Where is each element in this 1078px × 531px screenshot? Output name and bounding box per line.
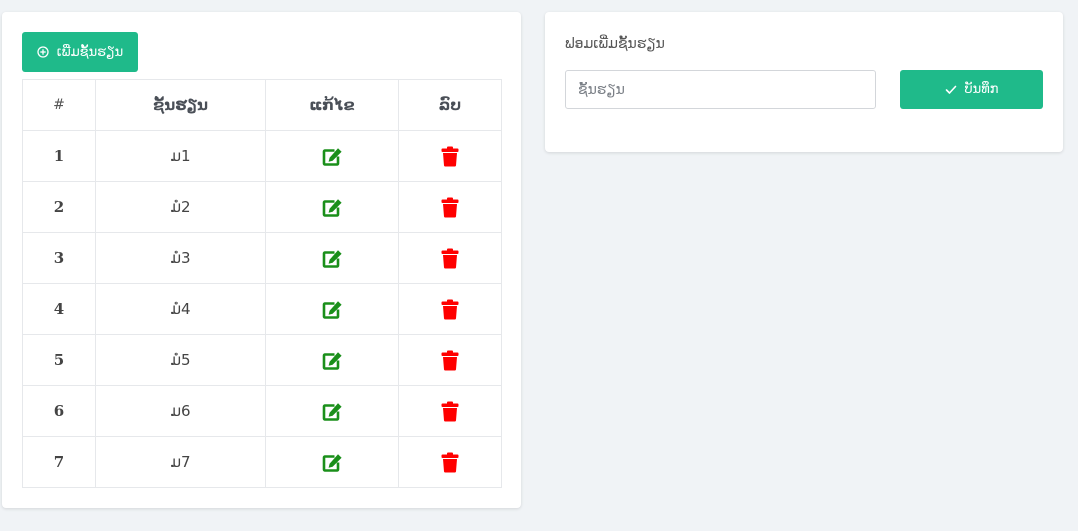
row-number: 6	[22, 385, 96, 437]
add-class-button[interactable]: ເພີ່ມຊັ້ນຮຽນ	[22, 32, 138, 72]
trash-icon[interactable]	[441, 146, 459, 167]
table-row: 6 ມ6	[22, 385, 502, 437]
table-row: 2 ມໍ2	[22, 181, 502, 233]
row-class-name: ມໍ5	[95, 334, 266, 386]
row-edit-cell	[265, 283, 399, 335]
add-class-button-label: ເພີ່ມຊັ້ນຮຽນ	[56, 44, 124, 60]
trash-icon[interactable]	[441, 401, 459, 422]
row-delete-cell	[398, 181, 502, 233]
class-name-input[interactable]	[565, 70, 876, 109]
save-button[interactable]: ບັນທຶກ	[900, 70, 1043, 109]
edit-icon[interactable]	[322, 453, 343, 472]
row-number: 1	[22, 130, 96, 182]
class-list-card: ເພີ່ມຊັ້ນຮຽນ # ຊັ້ນຮຽນ ແກ້ໄຂ ລົບ 1 ມ1 2 ມໍ2…	[2, 12, 521, 508]
class-table: # ຊັ້ນຮຽນ ແກ້ໄຂ ລົບ 1 ມ1 2 ມໍ2 3 ມໍ3 4 ມໍ4 5 ມໍ5 6…	[22, 79, 502, 488]
edit-icon[interactable]	[322, 402, 343, 421]
row-class-name: ມ6	[95, 385, 266, 437]
row-number: 7	[22, 436, 96, 488]
row-delete-cell	[398, 334, 502, 386]
check-icon	[945, 85, 956, 94]
row-delete-cell	[398, 385, 502, 437]
row-number: 4	[22, 283, 96, 335]
row-delete-cell	[398, 436, 502, 488]
row-delete-cell	[398, 130, 502, 182]
trash-icon[interactable]	[441, 350, 459, 371]
header-number: #	[22, 79, 96, 131]
row-edit-cell	[265, 232, 399, 284]
header-class-name: ຊັ້ນຮຽນ	[95, 79, 266, 131]
row-class-name: ມໍ3	[95, 232, 266, 284]
row-edit-cell	[265, 436, 399, 488]
row-edit-cell	[265, 334, 399, 386]
trash-icon[interactable]	[441, 248, 459, 269]
row-class-name: ມ7	[95, 436, 266, 488]
row-class-name: ມ1	[95, 130, 266, 182]
edit-icon[interactable]	[322, 300, 343, 319]
edit-icon[interactable]	[322, 249, 343, 268]
row-class-name: ມໍ4	[95, 283, 266, 335]
row-class-name: ມໍ2	[95, 181, 266, 233]
form-title: ຟອມເພີ່ມຊັ້ນຮຽນ	[565, 36, 665, 52]
table-row: 1 ມ1	[22, 130, 502, 182]
trash-icon[interactable]	[441, 452, 459, 473]
table-row: 5 ມໍ5	[22, 334, 502, 386]
row-number: 3	[22, 232, 96, 284]
header-delete: ລົບ	[398, 79, 502, 131]
class-form-card: ຟອມເພີ່ມຊັ້ນຮຽນ ບັນທຶກ	[545, 12, 1063, 152]
table-header-row: # ຊັ້ນຮຽນ ແກ້ໄຂ ລົບ	[22, 79, 502, 131]
header-edit: ແກ້ໄຂ	[265, 79, 399, 131]
table-row: 7 ມ7	[22, 436, 502, 488]
row-edit-cell	[265, 181, 399, 233]
row-edit-cell	[265, 385, 399, 437]
row-edit-cell	[265, 130, 399, 182]
row-number: 2	[22, 181, 96, 233]
row-delete-cell	[398, 283, 502, 335]
edit-icon[interactable]	[322, 198, 343, 217]
edit-icon[interactable]	[322, 351, 343, 370]
edit-icon[interactable]	[322, 147, 343, 166]
row-number: 5	[22, 334, 96, 386]
trash-icon[interactable]	[441, 299, 459, 320]
plus-circle-icon	[37, 46, 49, 58]
trash-icon[interactable]	[441, 197, 459, 218]
table-row: 3 ມໍ3	[22, 232, 502, 284]
save-button-label: ບັນທຶກ	[964, 82, 999, 97]
row-delete-cell	[398, 232, 502, 284]
table-row: 4 ມໍ4	[22, 283, 502, 335]
